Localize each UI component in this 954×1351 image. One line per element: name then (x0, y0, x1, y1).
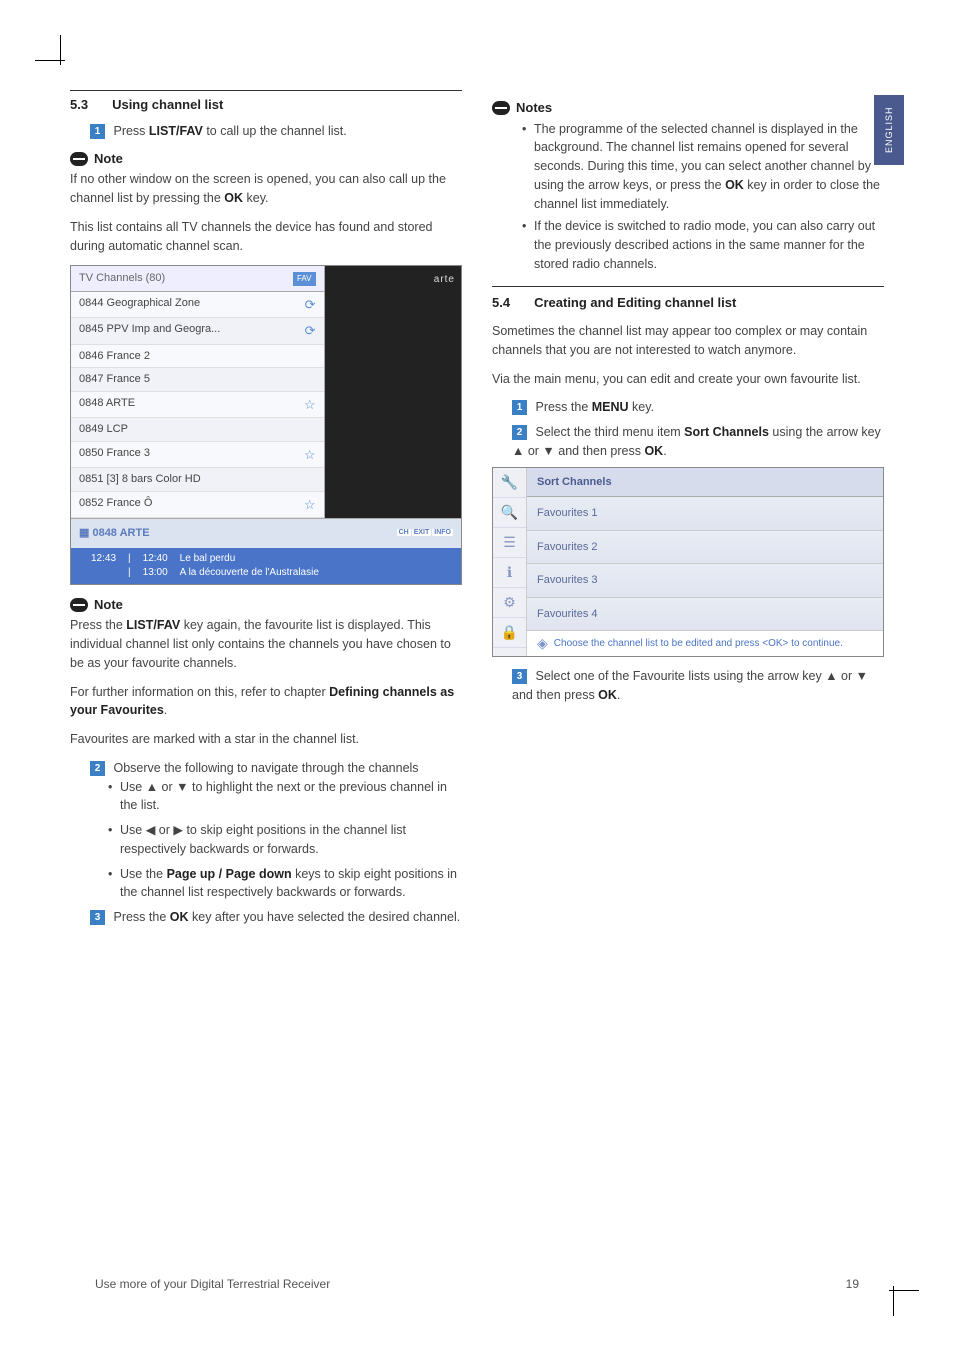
page-footer: Use more of your Digital Terrestrial Rec… (95, 1277, 859, 1291)
wrench-icon: 🔧 (493, 468, 526, 498)
section-rule (492, 286, 884, 287)
search-icon: 🔍 (493, 498, 526, 528)
channel-list-footer: 12:43|12:40Le bal perdu 00:00|13:00A la … (71, 548, 461, 584)
step-number-2: 2 (512, 425, 527, 440)
fav-badge: FAV (293, 272, 316, 286)
bullet: Use ◀ or ▶ to skip eight positions in th… (108, 821, 462, 859)
sort-title: Sort Channels (527, 468, 883, 498)
step-2: 2 Observe the following to navigate thro… (70, 759, 462, 902)
step-2: 2 Select the third menu item Sort Channe… (492, 423, 884, 461)
channel-list-screenshot: TV Channels (80) FAV 0844 Geographical Z… (70, 265, 462, 585)
step-number-3: 3 (512, 669, 527, 684)
page-number: 19 (846, 1277, 859, 1291)
section-number: 5.3 (70, 97, 88, 112)
step-1: 1 Press LIST/FAV to call up the channel … (70, 122, 462, 141)
note-icon (70, 598, 88, 612)
note-body: Favourites are marked with a star in the… (70, 730, 462, 749)
paragraph: Sometimes the channel list may appear to… (492, 322, 884, 360)
info-icon: ℹ (493, 558, 526, 588)
info-badges: CHEXITINFO (396, 528, 453, 539)
step-1: 1 Press the MENU key. (492, 398, 884, 417)
favourite-item: Favourites 2 (527, 531, 883, 565)
channel-row: 0847 France 5 (71, 368, 324, 392)
favourite-item: Favourites 4 (527, 598, 883, 632)
bullet: Use the Page up / Page down keys to skip… (108, 865, 462, 903)
menu-icon-bar: 🔧 🔍 ☰ ℹ ⚙ 🔒 (493, 468, 527, 657)
step-3: 3 Select one of the Favourite lists usin… (492, 667, 884, 705)
notes-heading: Notes (492, 98, 884, 118)
section-title: Creating and Editing channel list (534, 293, 736, 313)
section-heading: 5.3 Using channel list (70, 97, 462, 112)
note-body: Press the LIST/FAV key again, the favour… (70, 616, 462, 672)
channel-preview: arte (325, 266, 462, 518)
step-number-1: 1 (512, 400, 527, 415)
favourite-item: Favourites 1 (527, 497, 883, 531)
channel-list-header: TV Channels (80) FAV (71, 266, 324, 292)
paragraph: This list contains all TV channels the d… (70, 218, 462, 256)
note-icon (492, 101, 510, 115)
sort-channels-screenshot: 🔧 🔍 ☰ ℹ ⚙ 🔒 Sort Channels Favourites 1Fa… (492, 467, 884, 658)
diamond-icon: ◈ (537, 636, 548, 650)
preview-channel-logo: arte (434, 272, 455, 287)
section-heading: 5.4 Creating and Editing channel list (492, 293, 884, 313)
crop-mark (893, 1286, 894, 1316)
paragraph: Via the main menu, you can edit and crea… (492, 370, 884, 389)
note-icon (70, 152, 88, 166)
gear-icon: ⚙ (493, 588, 526, 618)
channel-row: 0848 ARTE☆ (71, 392, 324, 419)
channel-row: 0845 PPV Imp and Geogra...⟳ (71, 318, 324, 345)
channel-row: 0850 France 3☆ (71, 442, 324, 469)
note-heading: Note (70, 149, 462, 169)
channel-row: 0846 France 2 (71, 345, 324, 369)
channel-row: 0852 France Ô☆ (71, 492, 324, 519)
favourite-item: Favourites 3 (527, 564, 883, 598)
section-rule (70, 90, 462, 91)
crop-mark (60, 35, 61, 65)
note-body: If no other window on the screen is open… (70, 170, 462, 208)
lock-icon: 🔒 (493, 618, 526, 648)
sort-footer: ◈ Choose the channel list to be edited a… (527, 631, 883, 656)
list-icon: ☰ (493, 528, 526, 558)
step-number-3: 3 (90, 910, 105, 925)
step-number-1: 1 (90, 124, 105, 139)
channel-row: 0851 [3] 8 bars Color HD (71, 468, 324, 492)
bullet: Use ▲ or ▼ to highlight the next or the … (108, 778, 462, 816)
section-title: Using channel list (112, 97, 223, 112)
note-body: For further information on this, refer t… (70, 683, 462, 721)
channel-list-selected: ▦ 0848 ARTE CHEXITINFO (71, 518, 461, 548)
step-3: 3 Press the OK key after you have select… (70, 908, 462, 927)
step-number-2: 2 (90, 761, 105, 776)
channel-row: 0844 Geographical Zone⟳ (71, 292, 324, 319)
footer-text: Use more of your Digital Terrestrial Rec… (95, 1277, 330, 1291)
note-heading: Note (70, 595, 462, 615)
section-number: 5.4 (492, 293, 510, 313)
channel-row: 0849 LCP (71, 418, 324, 442)
bullet: If the device is switched to radio mode,… (522, 217, 884, 273)
bullet: The programme of the selected channel is… (522, 120, 884, 214)
